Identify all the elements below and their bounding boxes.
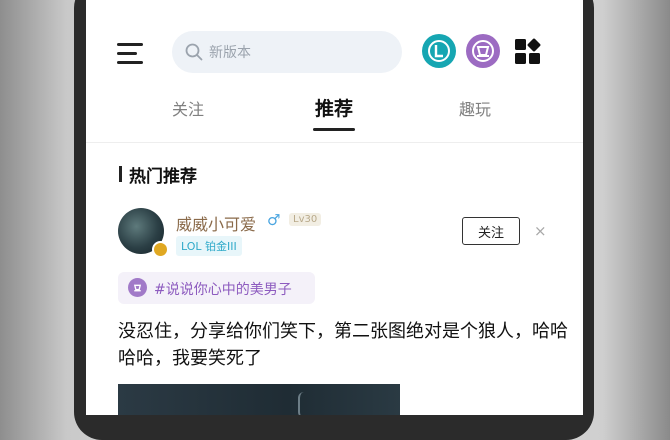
tft-app-icon[interactable]: [466, 34, 500, 68]
post-image[interactable]: [118, 384, 400, 415]
search-input[interactable]: 新版本: [172, 31, 402, 73]
app-screen: 新版本 关注 推荐 趣玩 热门推荐 威威小可爱 ♂ Lv30 LOL 铂金III…: [86, 0, 583, 415]
apps-grid-icon[interactable]: [514, 38, 542, 66]
post-image-detail: [298, 392, 310, 415]
topic-text: #说说你心中的美男子: [154, 282, 292, 298]
tab-recommended[interactable]: 推荐: [315, 94, 353, 121]
rank-tag: LOL 铂金III: [176, 236, 242, 256]
avatar-badge: [152, 241, 169, 258]
post-content[interactable]: 没忍住，分享给你们笑下，第二张图绝对是个狼人，哈哈哈哈，我要笑死了: [118, 318, 568, 372]
close-icon[interactable]: ×: [534, 222, 547, 240]
topic-icon: [128, 278, 147, 297]
lol-app-icon[interactable]: [422, 34, 456, 68]
tab-fun[interactable]: 趣玩: [459, 96, 491, 120]
search-placeholder: 新版本: [209, 45, 251, 61]
level-badge: Lv30: [289, 213, 322, 226]
lol-logo-icon: [428, 40, 450, 62]
section-title: 热门推荐: [129, 167, 197, 187]
status-bar: [86, 0, 583, 2]
menu-icon[interactable]: [117, 40, 143, 66]
topic-chip[interactable]: #说说你心中的美男子: [118, 272, 315, 304]
male-icon: ♂: [267, 211, 281, 229]
tabs-divider: [86, 142, 583, 143]
follow-button[interactable]: 关注: [462, 217, 520, 245]
active-tab-indicator: [313, 128, 355, 131]
section-bar: [119, 166, 122, 182]
tab-following[interactable]: 关注: [172, 96, 204, 120]
tft-logo-icon: [472, 40, 494, 62]
username[interactable]: 威威小可爱: [176, 211, 256, 235]
search-icon: [185, 43, 203, 61]
